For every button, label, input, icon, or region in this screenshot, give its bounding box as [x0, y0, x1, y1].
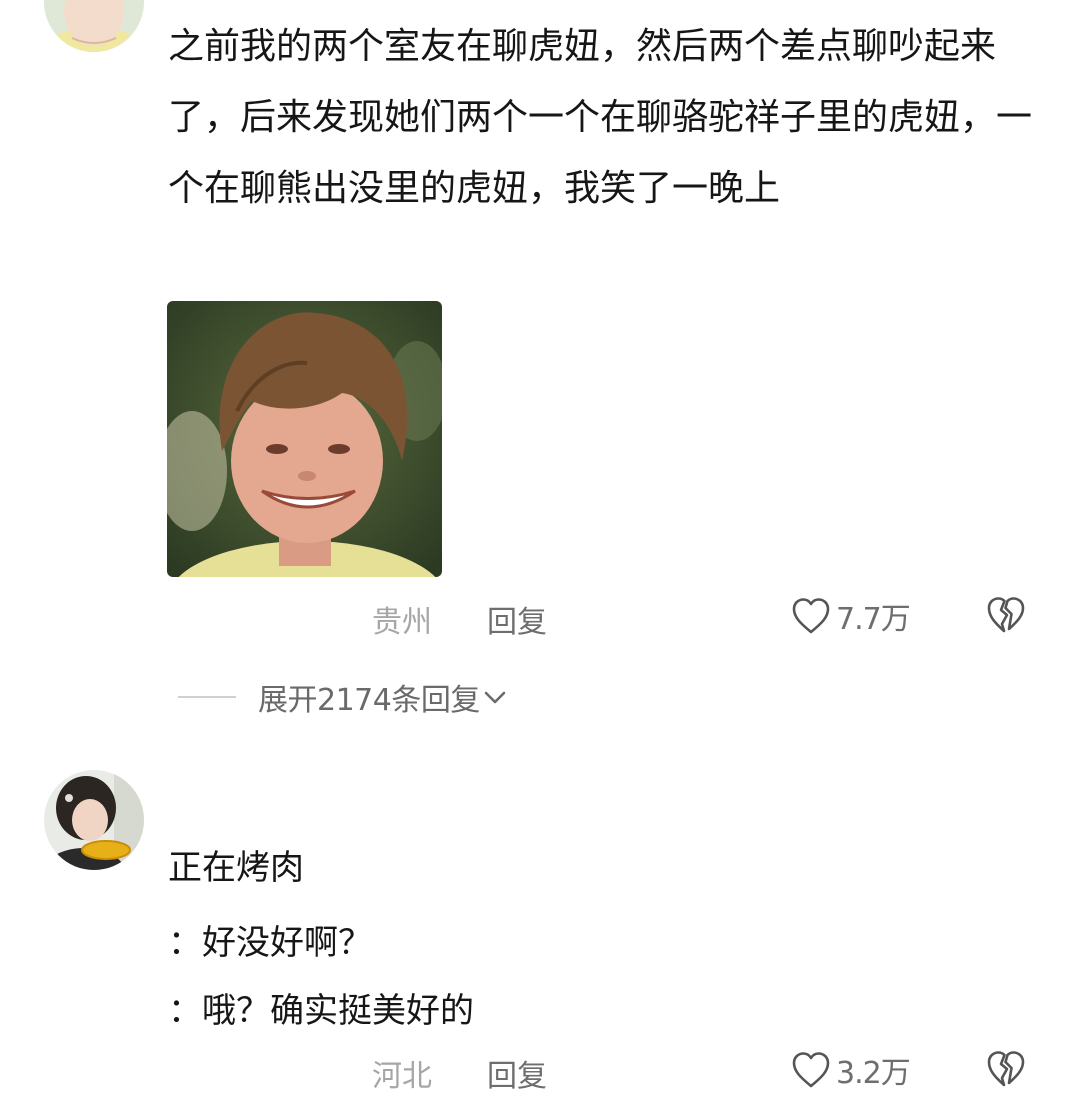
like-count: 7.7万: [836, 602, 911, 637]
like-button[interactable]: 7.7万: [790, 591, 911, 641]
expand-replies-row: 展开2174条回复: [0, 671, 1080, 721]
like-button[interactable]: 3.2万: [790, 1045, 911, 1095]
comment-meta: 河北 回复 3.2万: [0, 1045, 1080, 1095]
comment-image[interactable]: [167, 301, 442, 577]
comment-meta: 贵州 回复 7.7万: [0, 591, 1080, 641]
heart-outline-icon: [792, 1052, 830, 1088]
broken-heart-icon[interactable]: [985, 595, 1027, 635]
expand-replies-button[interactable]: 展开2174条回复: [258, 675, 510, 719]
comment-text-line: 正在烤肉: [168, 848, 304, 888]
broken-heart-icon[interactable]: [985, 1049, 1027, 1089]
reply-button[interactable]: 回复: [487, 1051, 547, 1095]
chevron-down-icon: [484, 691, 506, 704]
location-label: 河北: [372, 1059, 432, 1094]
commenter-avatar[interactable]: [44, 0, 144, 52]
comment-text: 之前我的两个室友在聊虎妞，然后两个差点聊吵起来了，后来发现她们两个一个在聊骆驼祥…: [168, 26, 1033, 209]
like-count: 3.2万: [836, 1056, 911, 1091]
commenter-avatar[interactable]: [44, 770, 144, 870]
comment-text-line: ：哦？确实挺美好的: [168, 991, 474, 1031]
heart-outline-icon: [792, 598, 830, 634]
comment-text-line: ：好没好啊？: [168, 923, 372, 963]
expand-replies-label: 展开2174条回复: [258, 683, 480, 718]
reply-button[interactable]: 回复: [487, 597, 547, 641]
divider-line: [178, 696, 236, 698]
location-label: 贵州: [372, 605, 432, 640]
